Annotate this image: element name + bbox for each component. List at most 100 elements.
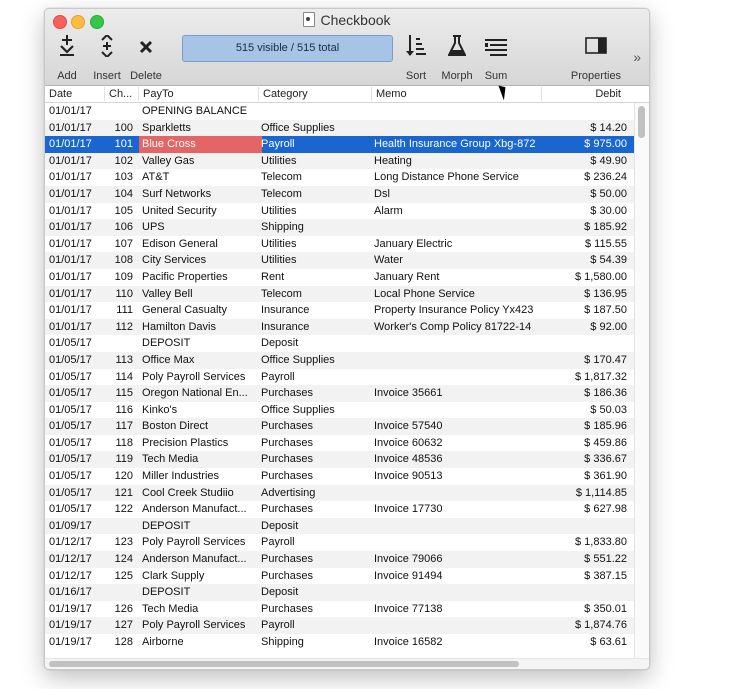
cell-date[interactable]: 01/05/17	[49, 385, 105, 402]
table-row[interactable]: 01/01/17 104 Surf Networks Telecom Dsl $ 50.0…	[45, 185, 635, 203]
cell-debit[interactable]: $ 50.00	[543, 186, 627, 203]
cell-check-number[interactable]: 128	[105, 634, 133, 651]
cell-debit[interactable]: $ 387.15	[543, 568, 627, 585]
cell-payto[interactable]: Cool Creek Studiio	[139, 485, 262, 502]
table-row[interactable]: 01/01/17 102 Valley Gas Utilities Heating $ 4…	[45, 152, 635, 170]
cell-category[interactable]: Deposit	[261, 335, 373, 352]
cell-check-number[interactable]: 103	[105, 169, 133, 186]
cell-payto[interactable]: Office Max	[139, 352, 262, 369]
cell-memo[interactable]	[374, 485, 544, 502]
morph-button[interactable]: Morph	[437, 35, 477, 82]
column-header-memo[interactable]: Memo	[372, 87, 542, 101]
cell-payto[interactable]: Pacific Properties	[139, 269, 262, 286]
cell-memo[interactable]	[374, 120, 544, 137]
cell-memo[interactable]: Dsl	[374, 186, 544, 203]
table-row[interactable]: 01/05/17 119 Tech Media Purchases Invoice 48…	[45, 451, 635, 469]
cell-debit[interactable]: $ 975.00	[543, 136, 627, 153]
cell-check-number[interactable]: 113	[105, 352, 133, 369]
table-row[interactable]: 01/01/17 111 General Casualty Insurance Prop…	[45, 302, 635, 319]
table-row[interactable]: 01/19/17 126 Tech Media Purchases Invoice 77…	[45, 601, 635, 618]
cell-payto[interactable]: Miller Industries	[139, 468, 262, 485]
table-row[interactable]: 01/01/17 100 Sparkletts Office Supplies $ 14…	[45, 119, 635, 137]
cell-check-number[interactable]	[105, 584, 133, 601]
cell-debit[interactable]: $ 136.95	[543, 286, 627, 303]
table-row[interactable]: 01/01/17 103 AT&T Telecom Long Distance Phon…	[45, 169, 635, 186]
cell-date[interactable]: 01/01/17	[49, 136, 105, 153]
cell-debit[interactable]: $ 459.86	[543, 435, 627, 452]
table-row[interactable]: 01/05/17 115 Oregon National En... Purchase…	[45, 385, 635, 402]
cell-category[interactable]: Utilities	[261, 203, 373, 220]
cell-date[interactable]: 01/05/17	[49, 468, 105, 485]
cell-check-number[interactable]: 116	[105, 402, 133, 419]
cell-category[interactable]: Deposit	[261, 584, 373, 601]
cell-category[interactable]: Office Supplies	[261, 120, 373, 137]
cell-check-number[interactable]	[105, 518, 133, 535]
cell-date[interactable]: 01/05/17	[49, 418, 105, 435]
cell-debit[interactable]: $ 92.00	[543, 319, 627, 336]
cell-category[interactable]: Shipping	[261, 219, 373, 236]
cell-check-number[interactable]: 123	[105, 534, 133, 551]
cell-date[interactable]: 01/01/17	[49, 302, 105, 319]
cell-debit[interactable]: $ 63.61	[543, 634, 627, 651]
cell-debit[interactable]: $ 1,817.32	[543, 369, 627, 386]
cell-date[interactable]: 01/01/17	[49, 203, 105, 220]
table-row[interactable]: 01/19/17 127 Poly Payroll Services Payroll $…	[45, 617, 635, 634]
cell-payto[interactable]: DEPOSIT	[139, 518, 262, 535]
table-row[interactable]: 01/01/17 112 Hamilton Davis Insurance Worker…	[45, 318, 635, 336]
cell-memo[interactable]: Invoice 17730	[374, 501, 544, 518]
cell-check-number[interactable]	[105, 103, 133, 120]
cell-debit[interactable]: $ 1,833.80	[543, 534, 627, 551]
table-body[interactable]: 01/01/17 OPENING BALANCE 01/01/17 100 Sparkl…	[45, 103, 635, 659]
cell-debit[interactable]: $ 185.92	[543, 219, 627, 236]
cell-payto[interactable]: Kinko's	[139, 402, 262, 419]
table-row[interactable]: 01/01/17 109 Pacific Properties Rent January…	[45, 269, 635, 286]
table-row[interactable]: 01/16/17 DEPOSIT Deposit	[45, 584, 635, 601]
cell-check-number[interactable]: 112	[105, 319, 133, 336]
column-header-debit[interactable]: Debit	[542, 87, 633, 101]
cell-memo[interactable]: January Rent	[374, 269, 544, 286]
cell-memo[interactable]: Water	[374, 252, 544, 269]
cell-category[interactable]: Purchases	[261, 418, 373, 435]
cell-category[interactable]: Purchases	[261, 568, 373, 585]
cell-payto[interactable]: General Casualty	[139, 302, 262, 319]
table-row[interactable]: 01/01/17 105 United Security Utilities Alarm…	[45, 203, 635, 220]
table-row[interactable]: 01/05/17 121 Cool Creek Studiio Advertising…	[45, 484, 635, 502]
table-row[interactable]: 01/05/17 113 Office Max Office Supplies $ 17…	[45, 351, 635, 369]
cell-check-number[interactable]: 127	[105, 617, 133, 634]
cell-payto[interactable]: Anderson Manufact...	[139, 501, 262, 518]
cell-debit[interactable]	[543, 335, 627, 352]
cell-check-number[interactable]: 105	[105, 203, 133, 220]
table-row[interactable]: 01/12/17 125 Clark Supply Purchases Invoice …	[45, 568, 635, 585]
cell-date[interactable]: 01/09/17	[49, 518, 105, 535]
cell-check-number[interactable]: 101	[105, 136, 133, 153]
cell-category[interactable]: Payroll	[261, 617, 373, 634]
table-row[interactable]: 01/05/17 118 Precision Plastics Purchases In…	[45, 435, 635, 452]
cell-payto[interactable]: UPS	[139, 219, 262, 236]
cell-debit[interactable]: $ 336.67	[543, 451, 627, 468]
properties-button[interactable]: Properties	[567, 35, 625, 82]
cell-category[interactable]: Purchases	[261, 501, 373, 518]
table-row[interactable]: 01/12/17 123 Poly Payroll Services Payroll $…	[45, 534, 635, 551]
cell-date[interactable]: 01/01/17	[49, 153, 105, 170]
cell-debit[interactable]: $ 170.47	[543, 352, 627, 369]
cell-date[interactable]: 01/05/17	[49, 352, 105, 369]
cell-category[interactable]: Office Supplies	[261, 402, 373, 419]
table-row[interactable]: 01/12/17 124 Anderson Manufact... Purchases…	[45, 551, 635, 568]
cell-category[interactable]: Purchases	[261, 601, 373, 618]
cell-check-number[interactable]: 108	[105, 252, 133, 269]
cell-payto[interactable]: Boston Direct	[139, 418, 262, 435]
cell-category[interactable]: Insurance	[261, 319, 373, 336]
table-row[interactable]: 01/05/17 117 Boston Direct Purchases Invoice…	[45, 418, 635, 435]
cell-category[interactable]: Payroll	[261, 369, 373, 386]
cell-memo[interactable]	[374, 103, 544, 120]
table-row[interactable]: 01/05/17 120 Miller Industries Purchases Inv…	[45, 468, 635, 485]
table-row[interactable]: 01/01/17 108 City Services Utilities Water $ …	[45, 252, 635, 269]
horizontal-scrollbar[interactable]	[45, 658, 649, 669]
table-row[interactable]: 01/05/17 DEPOSIT Deposit	[45, 335, 635, 352]
cell-category[interactable]: Purchases	[261, 435, 373, 452]
toolbar-overflow-chevron[interactable]: »	[633, 49, 641, 65]
cell-category[interactable]: Telecom	[261, 169, 373, 186]
cell-check-number[interactable]: 125	[105, 568, 133, 585]
table-row[interactable]: 01/19/17 128 Airborne Shipping Invoice 16582…	[45, 634, 635, 651]
cell-category[interactable]: Payroll	[261, 534, 373, 551]
